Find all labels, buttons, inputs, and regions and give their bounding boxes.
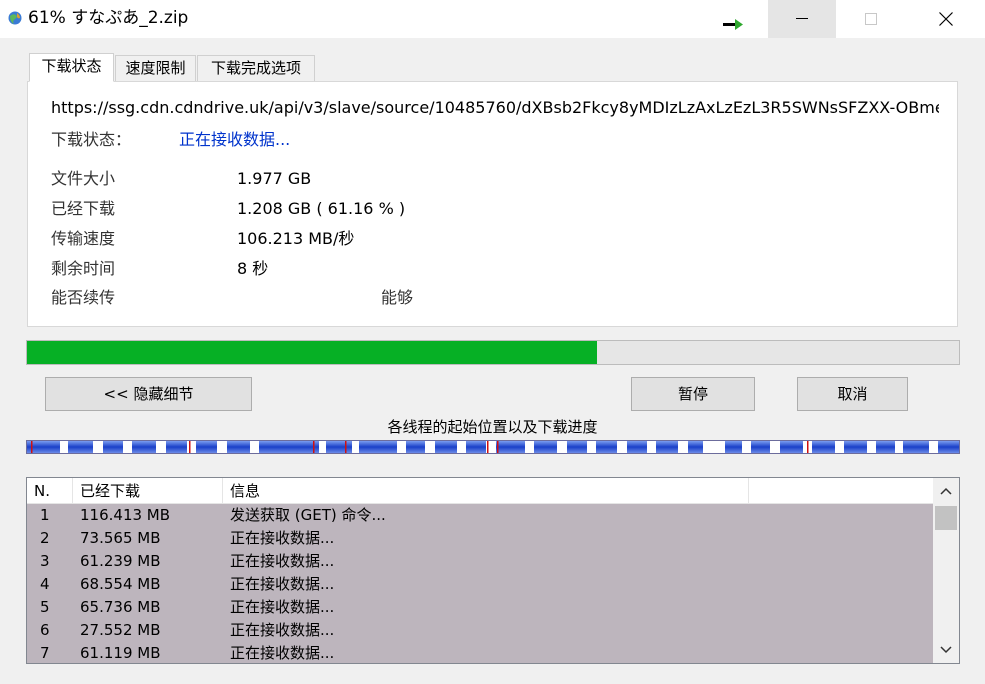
minimize-icon bbox=[796, 18, 808, 19]
row-info: 发送获取 (GET) 命令... bbox=[230, 506, 386, 524]
status-value: 正在接收数据... bbox=[179, 130, 291, 149]
scroll-up-icon bbox=[940, 487, 952, 495]
download-info-panel: https://ssg.cdn.cdndrive.uk/api/v3/slave… bbox=[27, 81, 958, 327]
row-info: 正在接收数据... bbox=[230, 529, 335, 547]
maximize-icon bbox=[865, 13, 877, 25]
table-row[interactable]: 1 116.413 MB 发送获取 (GET) 命令... bbox=[27, 504, 933, 527]
tab-completion-options[interactable]: 下载完成选项 bbox=[197, 55, 315, 82]
cancel-button[interactable]: 取消 bbox=[797, 377, 908, 411]
file-size-label: 文件大小 bbox=[51, 169, 116, 188]
scroll-down-icon bbox=[940, 646, 952, 654]
table-row[interactable]: 7 61.119 MB 正在接收数据... bbox=[27, 642, 933, 663]
list-header: N. 已经下载 信息 bbox=[27, 478, 933, 504]
hide-details-button[interactable]: << 隐藏细节 bbox=[45, 377, 252, 411]
progress-fill bbox=[27, 341, 597, 364]
remaining-time-value: 8 秒 bbox=[237, 259, 269, 278]
table-row[interactable]: 3 61.239 MB 正在接收数据... bbox=[27, 550, 933, 573]
maximize-button[interactable] bbox=[837, 0, 905, 38]
scroll-down-button[interactable] bbox=[933, 637, 959, 663]
row-info: 正在接收数据... bbox=[230, 644, 335, 662]
row-downloaded: 73.565 MB bbox=[80, 529, 161, 547]
speed-value: 106.213 MB/秒 bbox=[237, 229, 355, 248]
speed-label: 传输速度 bbox=[51, 229, 116, 248]
thread-progress-bar bbox=[26, 440, 960, 454]
row-downloaded: 61.239 MB bbox=[80, 552, 161, 570]
download-url: https://ssg.cdn.cdndrive.uk/api/v3/slave… bbox=[51, 98, 939, 117]
row-downloaded: 27.552 MB bbox=[80, 621, 161, 639]
table-row[interactable]: 4 68.554 MB 正在接收数据... bbox=[27, 573, 933, 596]
table-row[interactable]: 5 65.736 MB 正在接收数据... bbox=[27, 596, 933, 619]
close-icon bbox=[938, 12, 953, 26]
row-number: 6 bbox=[40, 621, 50, 639]
row-downloaded: 68.554 MB bbox=[80, 575, 161, 593]
tab-download-status[interactable]: 下载状态 bbox=[29, 53, 114, 82]
column-header-number[interactable]: N. bbox=[27, 478, 73, 504]
row-downloaded: 65.736 MB bbox=[80, 598, 161, 616]
pause-button[interactable]: 暂停 bbox=[631, 377, 755, 411]
row-info: 正在接收数据... bbox=[230, 552, 335, 570]
column-header-empty bbox=[749, 478, 933, 504]
row-number: 7 bbox=[40, 644, 50, 662]
title-bar: 61% すなぷあ_2.zip bbox=[0, 0, 985, 38]
row-info: 正在接收数据... bbox=[230, 621, 335, 639]
row-info: 正在接收数据... bbox=[230, 598, 335, 616]
downloaded-value: 1.208 GB ( 61.16 % ) bbox=[237, 199, 406, 218]
row-downloaded: 61.119 MB bbox=[80, 644, 161, 662]
table-row[interactable]: 6 27.552 MB 正在接收数据... bbox=[27, 619, 933, 642]
row-number: 2 bbox=[40, 529, 50, 547]
file-size-value: 1.977 GB bbox=[237, 169, 312, 188]
window-title: 61% すなぷあ_2.zip bbox=[28, 8, 189, 28]
status-label: 下载状态： bbox=[51, 130, 132, 149]
app-globe-icon bbox=[8, 11, 22, 25]
list-body: 1 116.413 MB 发送获取 (GET) 命令... 2 73.565 M… bbox=[27, 504, 933, 663]
downloaded-label: 已经下载 bbox=[51, 199, 116, 218]
row-number: 3 bbox=[40, 552, 50, 570]
minimize-button[interactable] bbox=[768, 0, 836, 38]
scroll-thumb[interactable] bbox=[935, 506, 957, 530]
resume-value: 能够 bbox=[381, 288, 414, 307]
remaining-time-label: 剩余时间 bbox=[51, 259, 116, 278]
table-row[interactable]: 2 73.565 MB 正在接收数据... bbox=[27, 527, 933, 550]
row-info: 正在接收数据... bbox=[230, 575, 335, 593]
resume-label: 能否续传 bbox=[51, 288, 116, 307]
scroll-up-button[interactable] bbox=[933, 478, 959, 504]
thread-list[interactable]: N. 已经下载 信息 1 116.413 MB 发送获取 (GET) 命令...… bbox=[26, 477, 960, 664]
close-button[interactable] bbox=[906, 0, 985, 38]
threads-caption: 各线程的起始位置以及下载进度 bbox=[387, 418, 598, 436]
download-progress-bar bbox=[26, 340, 960, 365]
tab-speed-limit[interactable]: 速度限制 bbox=[115, 55, 196, 82]
vertical-scrollbar[interactable] bbox=[933, 478, 959, 663]
row-number: 4 bbox=[40, 575, 50, 593]
row-number: 5 bbox=[40, 598, 50, 616]
row-downloaded: 116.413 MB bbox=[80, 506, 171, 524]
green-arrow-icon[interactable] bbox=[722, 18, 744, 30]
column-header-info[interactable]: 信息 bbox=[223, 478, 749, 504]
row-number: 1 bbox=[40, 506, 50, 524]
column-header-downloaded[interactable]: 已经下载 bbox=[73, 478, 223, 504]
